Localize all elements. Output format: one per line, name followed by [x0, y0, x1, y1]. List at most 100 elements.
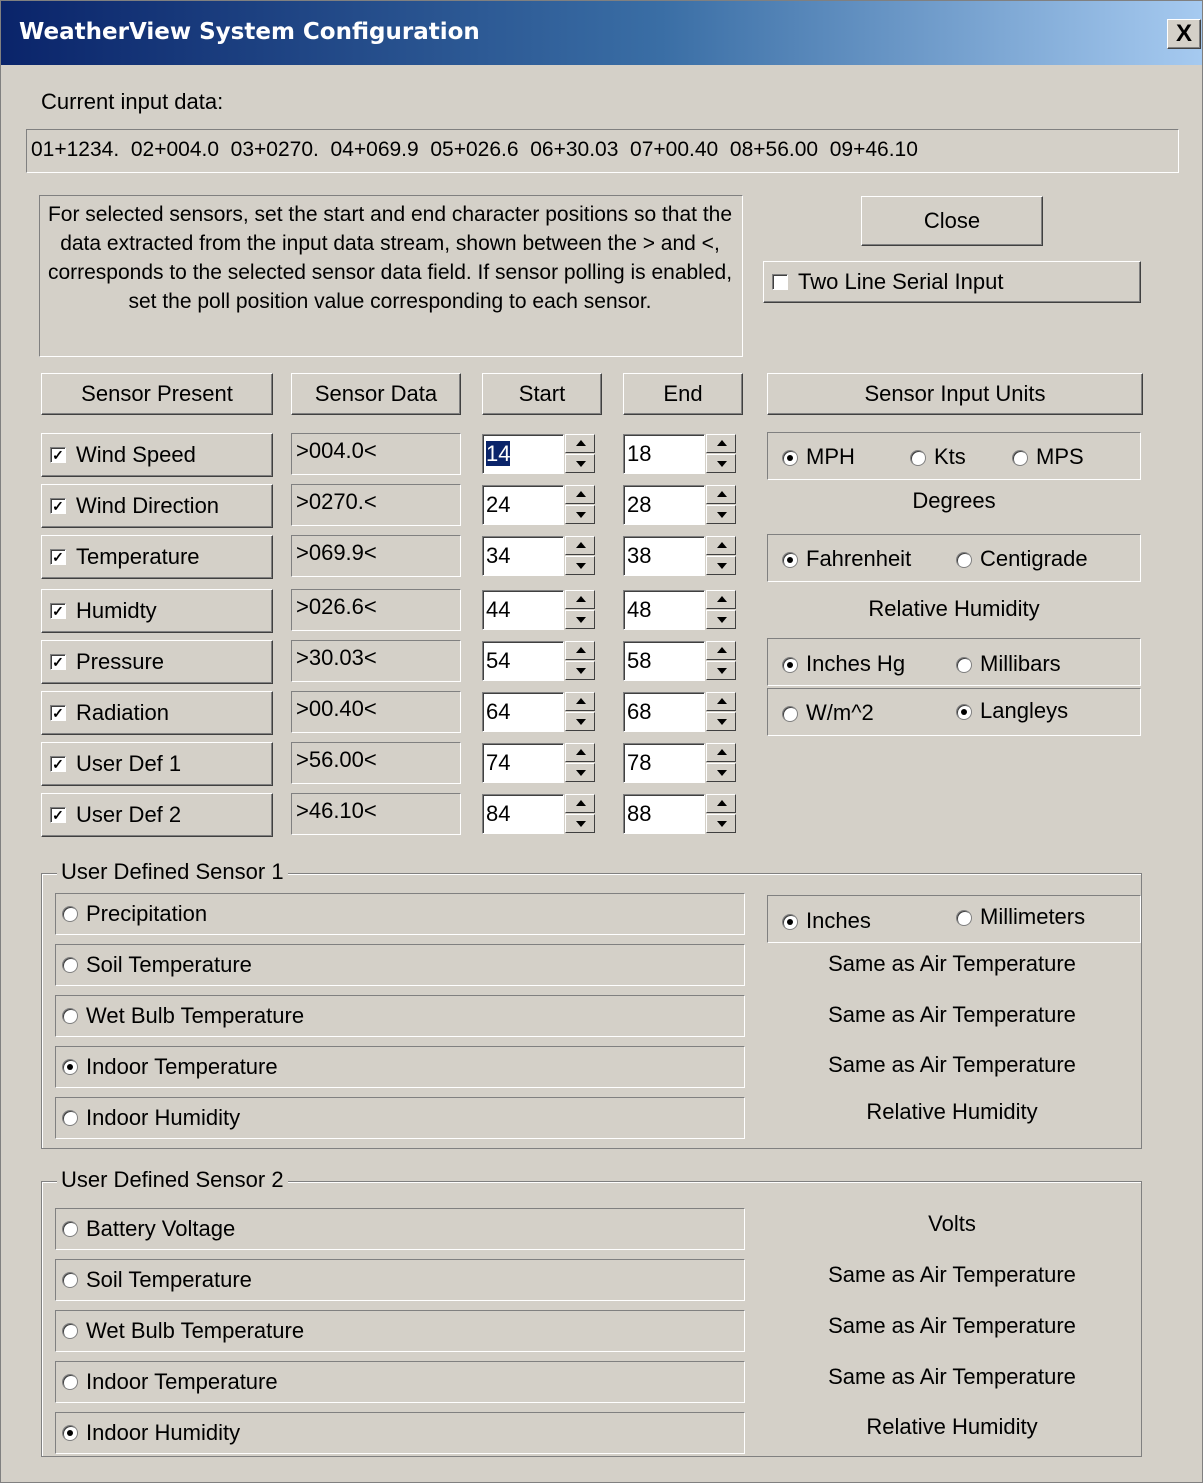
spin-up-icon[interactable]	[565, 692, 595, 711]
spin-up-icon[interactable]	[706, 794, 736, 813]
title-bar: WeatherView System Configuration	[1, 1, 1202, 65]
sensor-wind-speed-checkbox[interactable]: ✓ Wind Speed	[41, 433, 273, 477]
start-spinner[interactable]	[565, 794, 595, 834]
sensor-user-def-2-checkbox[interactable]: ✓ User Def 2	[41, 793, 273, 837]
spin-up-icon[interactable]	[565, 590, 595, 609]
spin-up-icon[interactable]	[565, 434, 595, 453]
end-spinner[interactable]	[706, 434, 736, 474]
radio-inches-hg[interactable]: Inches Hg	[782, 651, 905, 677]
spin-down-icon[interactable]	[706, 814, 736, 833]
start-input[interactable]: 84	[482, 794, 564, 834]
end-spinner[interactable]	[706, 743, 736, 783]
spin-down-icon[interactable]	[565, 763, 595, 782]
end-input[interactable]: 88	[623, 794, 705, 834]
spin-up-icon[interactable]	[706, 536, 736, 555]
radio-langleys[interactable]: Langleys	[956, 698, 1068, 724]
radio-millimeters[interactable]: Millimeters	[956, 904, 1085, 930]
start-input[interactable]: 14	[482, 434, 564, 474]
end-spinner[interactable]	[706, 485, 736, 525]
spin-down-icon[interactable]	[565, 712, 595, 731]
end-spinner[interactable]	[706, 692, 736, 732]
start-input[interactable]: 24	[482, 485, 564, 525]
start-spinner[interactable]	[565, 434, 595, 474]
spin-down-icon[interactable]	[706, 505, 736, 524]
end-spinner[interactable]	[706, 590, 736, 630]
sensor-wind-direction-checkbox[interactable]: ✓ Wind Direction	[41, 484, 273, 528]
user2-option-battery-voltage[interactable]: Battery Voltage	[55, 1208, 745, 1250]
start-input[interactable]: 74	[482, 743, 564, 783]
radio-kts[interactable]: Kts	[910, 444, 966, 470]
end-input[interactable]: 58	[623, 641, 705, 681]
sensor-pressure-checkbox[interactable]: ✓ Pressure	[41, 640, 273, 684]
start-spinner[interactable]	[565, 692, 595, 732]
spin-down-icon[interactable]	[565, 454, 595, 473]
end-input[interactable]: 68	[623, 692, 705, 732]
start-input[interactable]: 64	[482, 692, 564, 732]
spin-down-icon[interactable]	[565, 556, 595, 575]
spin-down-icon[interactable]	[706, 610, 736, 629]
user2-option-indoor-temperature[interactable]: Indoor Temperature	[55, 1361, 745, 1403]
start-spinner[interactable]	[565, 641, 595, 681]
spin-up-icon[interactable]	[565, 641, 595, 660]
spin-up-icon[interactable]	[706, 485, 736, 504]
spin-down-icon[interactable]	[706, 661, 736, 680]
radio-inches[interactable]: Inches	[782, 908, 871, 934]
end-spinner[interactable]	[706, 794, 736, 834]
end-input[interactable]: 38	[623, 536, 705, 576]
start-input[interactable]: 54	[482, 641, 564, 681]
end-input[interactable]: 78	[623, 743, 705, 783]
sensor-radiation-checkbox[interactable]: ✓ Radiation	[41, 691, 273, 735]
user1-option-precipitation[interactable]: Precipitation	[55, 893, 745, 935]
user1-option-indoor-temperature[interactable]: Indoor Temperature	[55, 1046, 745, 1088]
end-spinner[interactable]	[706, 536, 736, 576]
spin-up-icon[interactable]	[706, 743, 736, 762]
spin-up-icon[interactable]	[565, 743, 595, 762]
spin-up-icon[interactable]	[706, 434, 736, 453]
sensor-user-def-1-checkbox[interactable]: ✓ User Def 1	[41, 742, 273, 786]
header-end-label: End	[663, 381, 703, 406]
close-window-button[interactable]: X	[1167, 19, 1201, 49]
sensor-data-display: >069.9<	[291, 535, 461, 577]
spin-up-icon[interactable]	[706, 590, 736, 609]
start-spinner[interactable]	[565, 590, 595, 630]
radio-wm2[interactable]: W/m^2	[782, 700, 874, 726]
user1-option-indoor-humidity[interactable]: Indoor Humidity	[55, 1097, 745, 1139]
radio-fahrenheit[interactable]: Fahrenheit	[782, 546, 911, 572]
spin-up-icon[interactable]	[565, 794, 595, 813]
two-line-serial-checkbox[interactable]: Two Line Serial Input	[763, 261, 1141, 303]
sensor-humidity-checkbox[interactable]: ✓ Humidty	[41, 589, 273, 633]
user2-option-wet-bulb[interactable]: Wet Bulb Temperature	[55, 1310, 745, 1352]
user1-option-wet-bulb[interactable]: Wet Bulb Temperature	[55, 995, 745, 1037]
spin-down-icon[interactable]	[565, 814, 595, 833]
spin-up-icon[interactable]	[706, 692, 736, 711]
radio-mph[interactable]: MPH	[782, 444, 855, 470]
sensor-temperature-checkbox[interactable]: ✓ Temperature	[41, 535, 273, 579]
start-input[interactable]: 44	[482, 590, 564, 630]
radio-mps[interactable]: MPS	[1012, 444, 1084, 470]
start-value: 14	[486, 441, 511, 466]
start-input[interactable]: 34	[482, 536, 564, 576]
spin-down-icon[interactable]	[706, 454, 736, 473]
spin-down-icon[interactable]	[565, 661, 595, 680]
user2-option-soil-temperature[interactable]: Soil Temperature	[55, 1259, 745, 1301]
spin-up-icon[interactable]	[706, 641, 736, 660]
spin-down-icon[interactable]	[565, 610, 595, 629]
spin-down-icon[interactable]	[706, 556, 736, 575]
end-spinner[interactable]	[706, 641, 736, 681]
radio-millibars[interactable]: Millibars	[956, 651, 1061, 677]
close-button[interactable]: Close	[861, 196, 1043, 246]
radio-centigrade[interactable]: Centigrade	[956, 546, 1088, 572]
user1-option-soil-temperature[interactable]: Soil Temperature	[55, 944, 745, 986]
spin-down-icon[interactable]	[706, 712, 736, 731]
user2-option-indoor-humidity[interactable]: Indoor Humidity	[55, 1412, 745, 1454]
start-spinner[interactable]	[565, 536, 595, 576]
start-spinner[interactable]	[565, 485, 595, 525]
end-input[interactable]: 18	[623, 434, 705, 474]
start-spinner[interactable]	[565, 743, 595, 783]
spin-up-icon[interactable]	[565, 536, 595, 555]
end-input[interactable]: 28	[623, 485, 705, 525]
spin-down-icon[interactable]	[706, 763, 736, 782]
spin-down-icon[interactable]	[565, 505, 595, 524]
spin-up-icon[interactable]	[565, 485, 595, 504]
end-input[interactable]: 48	[623, 590, 705, 630]
